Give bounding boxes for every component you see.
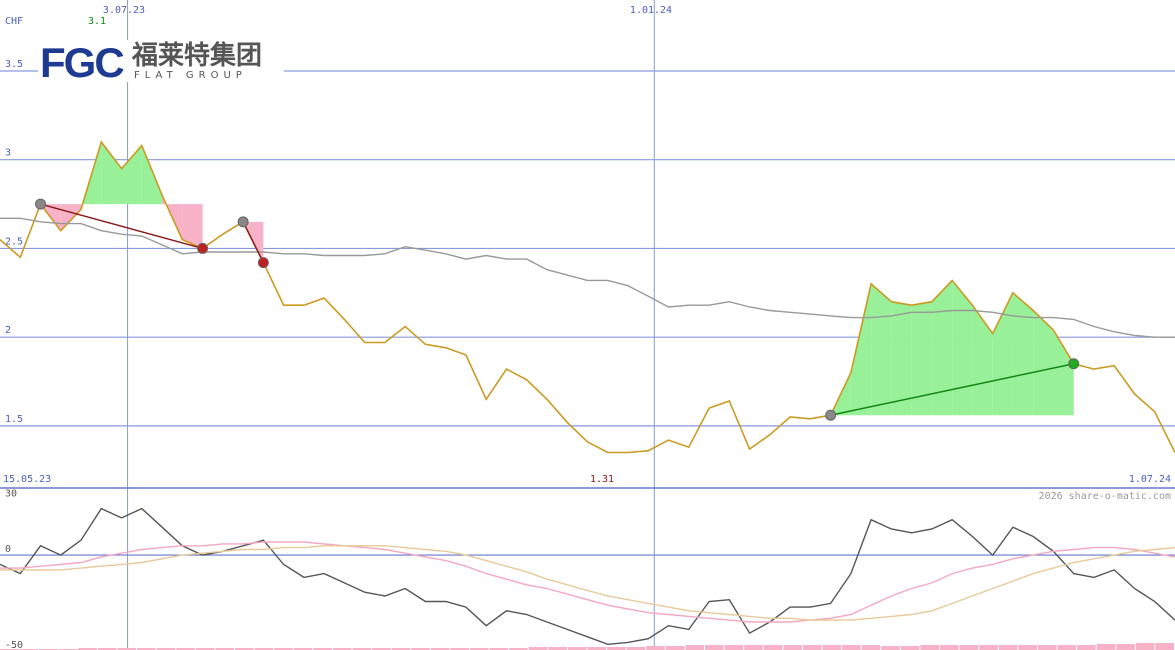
signal-fill-2-46 [931,280,953,416]
start-date-label: 15.05.23 [3,474,51,485]
signal-fill-2-48 [972,305,993,416]
signal-fill-2-42 [850,283,872,416]
osc-tick-label-2: -50 [5,640,23,650]
signal-exit-dot-0 [197,242,209,254]
logo-mark: FGC [40,39,124,86]
histogram-bar-56 [1096,644,1116,650]
histogram-bar-50 [979,645,998,650]
histogram-bar-44 [861,645,881,650]
currency-label: CHF [5,16,23,27]
histogram-bar-39 [763,645,783,650]
signal-fill-2-49 [992,292,1013,416]
osc-tick-label-0: 30 [5,488,17,499]
marker-value-label: 3.1 [88,16,106,27]
min-value-label: 1.31 [590,474,614,485]
signal-fill-2-43 [871,283,892,416]
osc-series-line-1 [0,541,1175,623]
copyright-label: 2026 share-o-matic.com [1039,491,1171,502]
histogram-bar-36 [705,645,724,650]
signal-exit-dot-1 [257,257,269,269]
histogram-bar-49 [959,645,979,650]
signal-fill-2-52 [1053,330,1074,416]
signal-fill-0-5 [101,141,122,205]
signal-fills [40,141,1074,416]
signal-entry-dot-0 [35,198,47,210]
osc-series-line-2 [0,545,1175,621]
signal-exit-dot-2 [1068,358,1080,370]
y-tick-label-1: 3 [5,148,11,159]
company-logo: FGC 福莱特集团 FLAT GROUP [38,39,284,86]
histogram-bar-41 [802,645,822,650]
histogram-bar-42 [822,645,842,650]
end-date-label: 1.07.24 [1129,474,1171,485]
histogram-bar-51 [998,645,1018,650]
histogram-bar-33 [646,646,665,650]
histogram-bar-47 [920,645,939,650]
signal-entry-dot-1 [237,216,249,228]
histogram-bar-52 [1018,645,1037,650]
date-marker-2-label: 1.01.24 [630,5,672,16]
signal-fill-2-50 [1012,292,1034,416]
histogram-bar-55 [1077,645,1096,650]
histogram-bar-57 [1116,644,1135,650]
histogram-bar-40 [783,645,802,650]
histogram-bar-53 [1037,645,1057,650]
histogram-bar-54 [1057,645,1077,650]
histogram-bar-37 [724,645,744,650]
histogram-bar-45 [881,646,900,650]
date-marker-1-label: 3.07.23 [103,5,145,16]
share-chart: 3.532.521.5 300-50 CHF 3.07.23 3.1 1.01.… [0,0,1175,650]
logo-name-cn: 福莱特集团 [131,40,262,71]
osc-tick-label-1: 0 [5,544,11,555]
histogram-bar-48 [940,645,959,650]
histogram-bar-34 [665,646,685,650]
y-tick-label-0: 3.5 [5,59,23,70]
histogram-bar-35 [685,645,704,650]
histogram-bar-46 [900,646,920,650]
histogram-bar-38 [744,645,763,650]
logo-name-en: FLAT GROUP [134,70,247,81]
histogram-bar-59 [1155,643,1174,650]
signal-entry-dot-2 [825,409,837,421]
series-line-1 [0,217,1175,338]
y-tick-label-3: 2 [5,325,11,336]
y-tick-label-4: 1.5 [5,414,23,425]
histogram-bar-43 [842,645,861,650]
osc-series-line-0 [0,507,1175,646]
histogram-bar-58 [1135,643,1155,650]
oscillator-panel: 30 0 -50 [0,488,1175,650]
signal-fill-0-6 [121,145,142,205]
